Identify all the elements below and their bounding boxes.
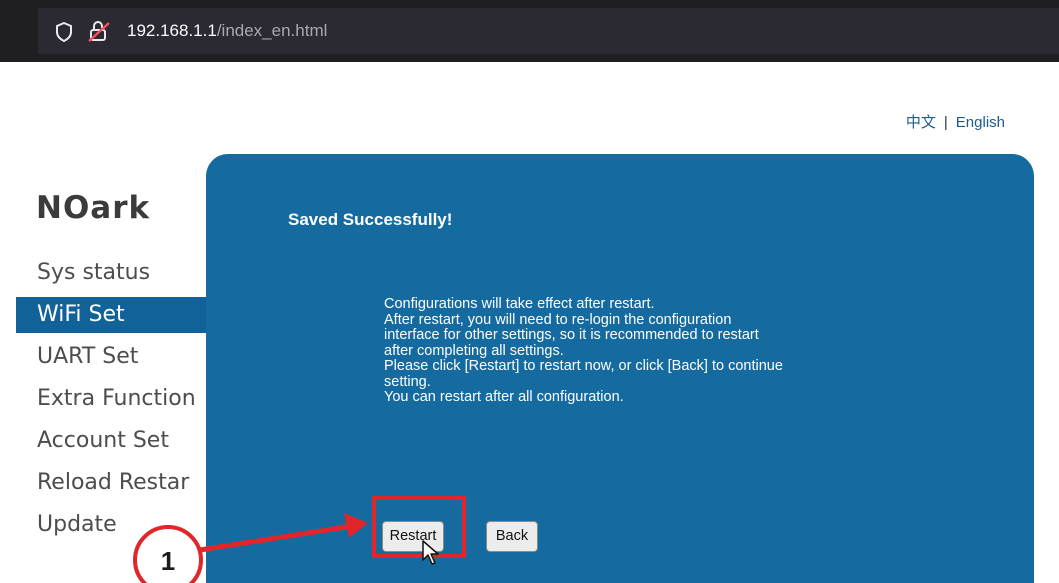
panel-title: Saved Successfully! bbox=[288, 210, 453, 229]
sidebar-item-sys-status[interactable]: Sys status bbox=[16, 252, 211, 294]
message-line: Configurations will take effect after re… bbox=[384, 296, 655, 312]
back-button[interactable]: Back bbox=[486, 521, 538, 552]
language-switch: 中文 | English bbox=[906, 111, 1005, 132]
mouse-cursor-icon bbox=[422, 540, 439, 565]
insecure-lock-icon[interactable] bbox=[88, 20, 110, 42]
message-line: Please click [Restart] to restart now, o… bbox=[384, 358, 783, 374]
noark-logo: NOark bbox=[36, 190, 151, 226]
sidebar-item-wifi-set[interactable]: WiFi Set bbox=[16, 297, 211, 333]
restart-message: Configurations will take effect after re… bbox=[384, 296, 904, 406]
message-line: After restart, you will need to re-login… bbox=[384, 311, 732, 328]
shield-icon[interactable] bbox=[55, 22, 73, 42]
url-text[interactable]: 192.168.1.1/index_en.html bbox=[127, 21, 327, 41]
message-line: after completing all settings. bbox=[384, 342, 564, 359]
sidebar-item-update[interactable]: Update bbox=[16, 504, 211, 546]
step-number: 1 bbox=[160, 546, 176, 576]
message-line: You can restart after all configuration. bbox=[384, 389, 624, 405]
lang-english-link[interactable]: English bbox=[956, 114, 1005, 131]
content-panel: Saved Successfully! Configurations will … bbox=[206, 154, 1034, 583]
restart-highlight-box bbox=[372, 496, 466, 558]
url-path: /index_en.html bbox=[216, 21, 328, 40]
lang-separator: | bbox=[943, 114, 948, 131]
sidebar-item-extra-function[interactable]: Extra Function bbox=[16, 378, 211, 420]
url-host: 192.168.1.1 bbox=[127, 21, 217, 40]
page: 192.168.1.1/index_en.html 中文 | English NOa… bbox=[0, 0, 1059, 583]
lang-chinese-link[interactable]: 中文 bbox=[906, 114, 936, 131]
sidebar-item-account-set[interactable]: Account Set bbox=[16, 420, 211, 462]
sidebar-menu: Sys status WiFi Set UART Set Extra Funct… bbox=[16, 252, 211, 546]
sidebar-item-reload-restart[interactable]: Reload Restar bbox=[16, 462, 211, 504]
message-line: setting. bbox=[384, 373, 431, 390]
message-line: interface for other settings, so it is r… bbox=[384, 327, 759, 343]
sidebar-item-uart-set[interactable]: UART Set bbox=[16, 336, 211, 378]
